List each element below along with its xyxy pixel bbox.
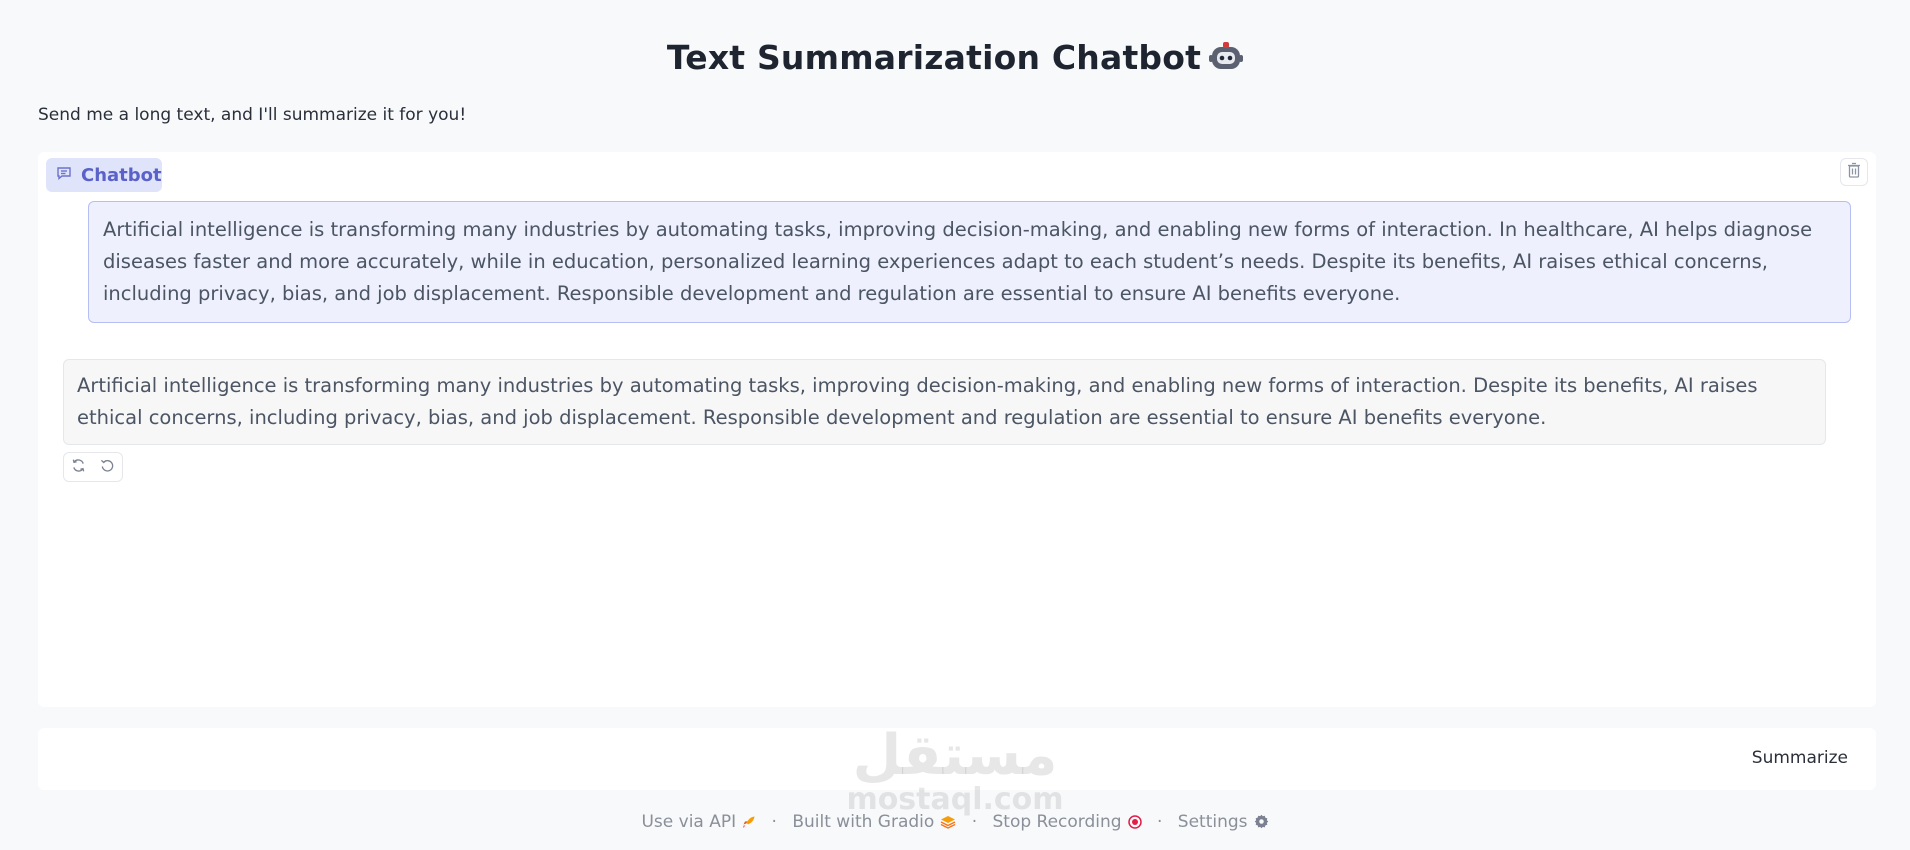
use-via-api-link[interactable]: Use via API	[641, 812, 756, 832]
trash-icon	[1847, 162, 1861, 182]
robot-icon	[1209, 39, 1244, 81]
bot-message: Artificial intelligence is transforming …	[63, 359, 1826, 445]
chatbot-label-text: Chatbot	[81, 164, 162, 186]
footer: Use via API · Built with Gradio · Stop R…	[0, 812, 1910, 834]
gradio-logo-icon	[940, 814, 956, 834]
page-title: Text Summarization Chatbot	[0, 38, 1910, 81]
watermark-arabic: مستقل	[852, 723, 1058, 788]
built-with-gradio-text: Built with Gradio	[792, 812, 935, 832]
undo-icon[interactable]	[100, 458, 115, 477]
record-icon	[1127, 814, 1142, 834]
message-actions	[63, 452, 123, 482]
chat-bubble-icon	[56, 165, 72, 186]
chatbot-panel: Chatbot Artificial intelligence is trans…	[38, 152, 1876, 707]
footer-separator: ·	[1156, 812, 1163, 832]
footer-separator: ·	[771, 812, 777, 832]
built-with-gradio-link[interactable]: Built with Gradio	[792, 812, 956, 832]
watermark: مستقل mostaql.com	[0, 723, 1910, 818]
user-message: Artificial intelligence is transforming …	[88, 201, 1851, 323]
gear-icon	[1254, 814, 1269, 834]
settings-text: Settings	[1177, 812, 1248, 832]
settings-link[interactable]: Settings	[1178, 812, 1269, 832]
refresh-icon[interactable]	[71, 458, 86, 477]
page-subtitle: Send me a long text, and I'll summarize …	[38, 105, 467, 125]
clear-chat-button[interactable]	[1840, 158, 1868, 186]
footer-separator: ·	[971, 812, 978, 832]
stop-recording-text: Stop Recording	[992, 812, 1122, 832]
stop-recording-link[interactable]: Stop Recording	[993, 812, 1142, 832]
chatbot-label: Chatbot	[46, 158, 162, 192]
use-via-api-text: Use via API	[641, 812, 737, 832]
page: Text Summarization Chatbot Send me a lon…	[0, 0, 1910, 850]
rocket-icon	[742, 814, 756, 834]
page-title-text: Text Summarization Chatbot	[666, 38, 1202, 77]
